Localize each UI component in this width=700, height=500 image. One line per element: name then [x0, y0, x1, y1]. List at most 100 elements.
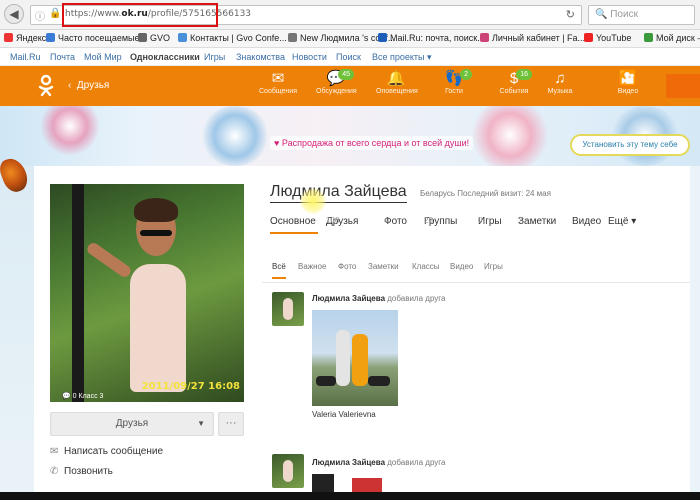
- bookmark-favicon-icon: [480, 33, 489, 42]
- topnav-link[interactable]: Поиск: [336, 52, 361, 62]
- added-friend-name[interactable]: Valeria Valerievna: [312, 410, 376, 419]
- nav-label: Сообщения: [259, 88, 297, 95]
- bookmark-favicon-icon: [46, 33, 55, 42]
- reload-icon[interactable]: ↻: [566, 8, 575, 21]
- feed-filter-tab[interactable]: Фото: [338, 262, 356, 271]
- notifications-icon: 🔔: [386, 70, 406, 87]
- feed-filter-tab[interactable]: Видео: [450, 262, 473, 271]
- bookmark-label: Мой диск –: [656, 33, 700, 43]
- post-header: Людмила Зайцева добавила друга: [312, 294, 446, 303]
- bookmark-item[interactable]: Контакты | Gvo Confe...: [178, 33, 287, 43]
- nav-label: Гости: [445, 88, 463, 95]
- nav-badge: 2: [460, 69, 472, 80]
- tab-label: Основное: [270, 216, 316, 227]
- bookmark-label: Контакты | Gvo Confe...: [190, 33, 287, 43]
- bookmark-label: Mail.Ru: почта, поиск...: [390, 33, 485, 43]
- nav-label: Обсуждения: [316, 88, 357, 95]
- feed-filter-tab[interactable]: Всё: [272, 262, 286, 279]
- bookmark-favicon-icon: [4, 33, 13, 42]
- url-highlight-box: [62, 3, 218, 27]
- post-author-avatar[interactable]: [272, 292, 304, 326]
- screen-bottom-bar: [0, 492, 700, 500]
- profile-sidebar: 2011/09/27 16:08 💬 0 Класс 3 Друзья ▼ ···…: [40, 176, 254, 500]
- feed-filter-tab[interactable]: Заметки: [368, 262, 399, 271]
- bookmark-favicon-icon: [644, 33, 653, 42]
- install-theme-button[interactable]: Установить эту тему себе: [570, 134, 690, 156]
- bookmark-favicon-icon: [138, 33, 147, 42]
- active-tab-underline: [270, 232, 318, 234]
- bookmark-item[interactable]: Мой диск –: [644, 33, 700, 43]
- envelope-icon: ✉: [50, 446, 59, 457]
- nav-notifications[interactable]: 🔔 Оповещения: [376, 70, 418, 104]
- post-thumbnails: [312, 474, 432, 494]
- bookmark-item[interactable]: Яндекс: [4, 33, 46, 43]
- post-author-avatar-2[interactable]: [272, 454, 304, 488]
- topnav-link[interactable]: Почта: [50, 52, 75, 62]
- more-options-button[interactable]: ···: [218, 412, 244, 436]
- topnav-link[interactable]: Mail.Ru: [10, 52, 41, 62]
- topnav-link[interactable]: Одноклассники: [130, 52, 200, 62]
- nav-discussions[interactable]: 💬 Обсуждения 45: [316, 69, 357, 104]
- nav-label: Музыка: [547, 88, 573, 95]
- profile-photo[interactable]: 2011/09/27 16:08 💬 0 Класс 3: [50, 184, 244, 402]
- bookmark-label: GVO: [150, 33, 171, 43]
- profile-name[interactable]: Людмила Зайцева: [270, 182, 407, 203]
- post-header-2: Людмила Зайцева добавила друга: [312, 458, 446, 467]
- photo-stats: 💬 0 Класс 3: [62, 393, 104, 400]
- topnav-link[interactable]: Мой Мир: [84, 52, 122, 62]
- lock-icon: 🔒: [49, 8, 62, 19]
- page-background-left: [0, 166, 34, 500]
- bookmark-item[interactable]: Часто посещаемые: [46, 33, 140, 43]
- bookmark-item[interactable]: GVO: [138, 33, 170, 43]
- nav-label: Оповещения: [376, 88, 418, 95]
- nav-label: События: [499, 88, 529, 95]
- browser-toolbar: ◀ ⓘ 🔒 https://www.ok.ru/profile/57516556…: [0, 0, 700, 30]
- info-icon[interactable]: ⓘ: [35, 8, 45, 23]
- topnav-link[interactable]: Знакомства: [236, 52, 285, 62]
- sale-banner-link[interactable]: ♥ Распродажа от всего сердца и от всей д…: [270, 136, 474, 150]
- tab-label: Заметки: [518, 216, 557, 227]
- topnav-link[interactable]: Новости: [292, 52, 327, 62]
- profile-meta: Беларусь Последний визит: 24 мая: [420, 189, 551, 198]
- photo-date-stamp: 2011/09/27 16:08: [141, 381, 240, 392]
- nav-guests[interactable]: 👣 Гости 2: [434, 69, 474, 104]
- topnav-link[interactable]: Все проекты ▾: [372, 52, 432, 63]
- tab-label: Видео: [572, 216, 602, 227]
- call-link[interactable]: ✆ Позвонить: [50, 466, 113, 477]
- feed-filter-tab[interactable]: Игры: [484, 262, 503, 271]
- phone-icon: ✆: [50, 466, 59, 477]
- video-icon: 🎦: [618, 70, 638, 87]
- tab-count: 7: [518, 216, 523, 225]
- tab-count: 4: [384, 216, 389, 225]
- feed-filter-tab[interactable]: Важное: [298, 262, 326, 271]
- topnav-link[interactable]: Игры: [204, 52, 225, 62]
- nav-badge: 16: [516, 69, 532, 80]
- bookmark-item[interactable]: Mail.Ru: почта, поиск...: [378, 33, 485, 43]
- profile-header: Людмила Зайцева Беларусь Последний визит…: [262, 176, 690, 242]
- chevron-down-icon: ▼: [197, 419, 205, 428]
- nav-label: Видео: [617, 88, 639, 95]
- nav-music[interactable]: ♫ Музыка: [540, 70, 580, 104]
- theme-banner: ♥ Распродажа от всего сердца и от всей д…: [0, 106, 700, 166]
- added-friend-photo[interactable]: [312, 310, 398, 406]
- back-button[interactable]: ◀: [4, 4, 24, 24]
- nav-messages[interactable]: ✉ Сообщения: [258, 70, 298, 104]
- bookmark-item[interactable]: YouTube: [584, 33, 631, 43]
- mouse-cursor-highlight: [300, 188, 326, 214]
- bookmark-favicon-icon: [378, 33, 387, 42]
- nav-events[interactable]: $ События 16: [494, 69, 534, 104]
- page-background-right: [690, 166, 700, 500]
- music-icon: ♫: [554, 70, 566, 87]
- bookmark-item[interactable]: Личный кабинет | Fa...: [480, 33, 585, 43]
- header-orange-button[interactable]: [666, 74, 700, 98]
- post-author-link[interactable]: Людмила Зайцева: [312, 294, 385, 303]
- bookmark-label: Часто посещаемые: [58, 33, 140, 43]
- browser-search-input[interactable]: 🔍 Поиск: [588, 5, 695, 25]
- post-author-link-2[interactable]: Людмила Зайцева: [312, 458, 385, 467]
- nav-video[interactable]: 🎦 Видео: [608, 70, 648, 104]
- feed-filter-tab[interactable]: Классы: [412, 262, 440, 271]
- bookmarks-bar: Яндекс Часто посещаемые GVO Контакты | Gvo …: [0, 30, 700, 48]
- friends-button[interactable]: Друзья ▼: [50, 412, 214, 436]
- tab-label: Ещё ▾: [608, 216, 637, 227]
- write-message-link[interactable]: ✉ Написать сообщение: [50, 446, 163, 457]
